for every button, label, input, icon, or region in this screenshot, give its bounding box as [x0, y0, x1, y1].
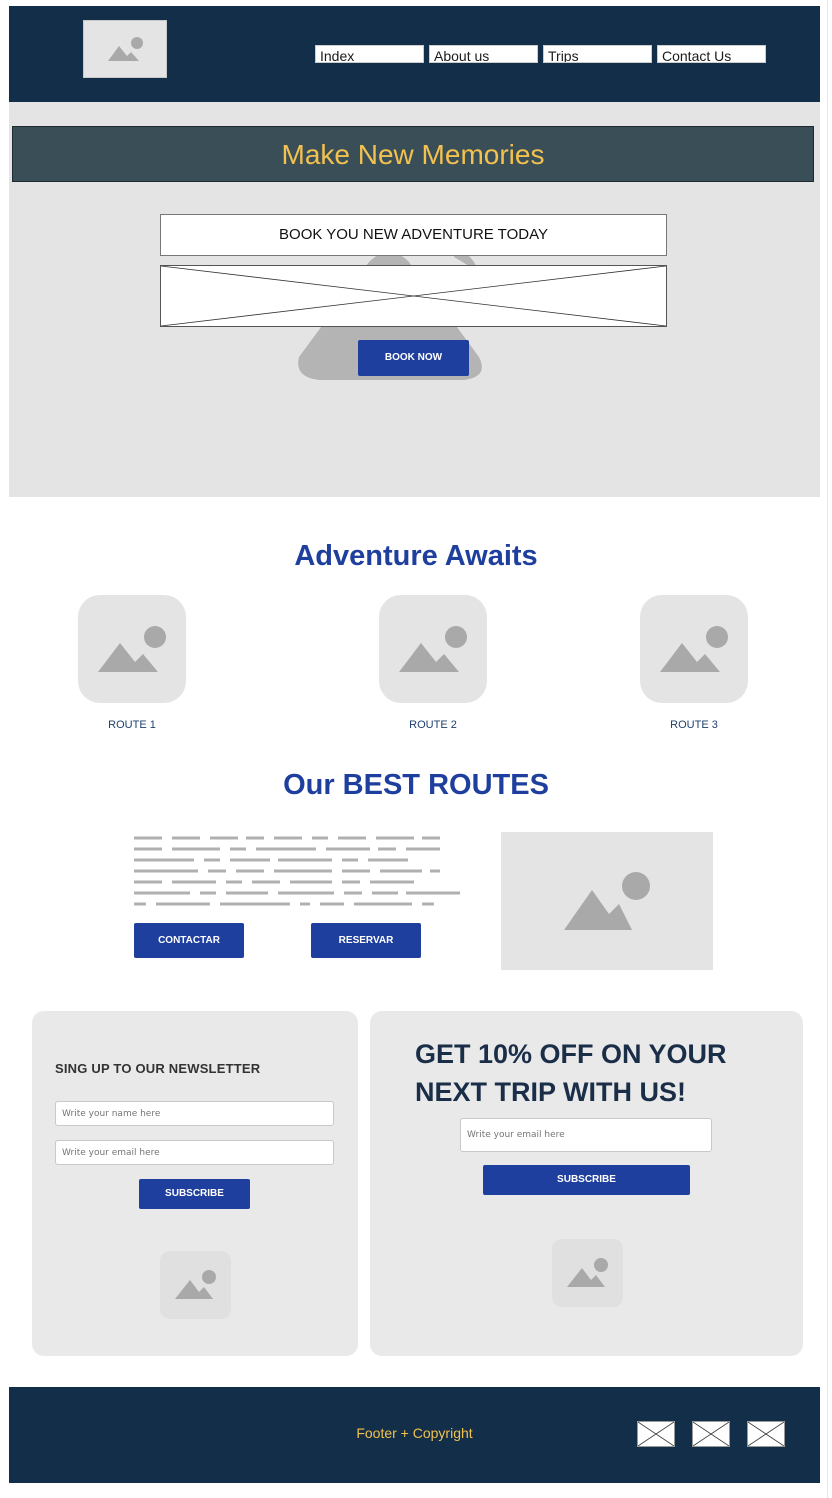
- route-3-label[interactable]: ROUTE 3: [634, 719, 754, 731]
- newsletter-subscribe-button[interactable]: SUBSCRIBE: [139, 1179, 250, 1209]
- promo-title: GET 10% OFF ON YOUR NEXT TRIP WITH US!: [415, 1039, 727, 1107]
- newsletter-image-icon: [160, 1251, 231, 1319]
- mail-icon[interactable]: [747, 1421, 785, 1447]
- hero-image-placeholder: [160, 265, 667, 327]
- best-routes-title: Our BEST ROUTES: [283, 769, 549, 801]
- contactar-button[interactable]: CONTACTAR: [134, 923, 244, 958]
- nav-trips[interactable]: Trips: [543, 45, 652, 63]
- route-2-image-icon[interactable]: [379, 595, 487, 703]
- book-now-button[interactable]: BOOK NOW: [358, 340, 469, 376]
- nav-index[interactable]: Index: [315, 45, 424, 63]
- site-header: Index About us Trips Contact Us: [9, 6, 820, 102]
- promo-image-icon: [552, 1239, 623, 1307]
- adventure-title: Adventure Awaits: [294, 540, 538, 572]
- nav-about-us[interactable]: About us: [429, 45, 538, 63]
- newsletter-card: SING UP TO OUR NEWSLETTER SUBSCRIBE: [32, 1011, 358, 1356]
- hero-cta-text: BOOK YOU NEW ADVENTURE TODAY: [160, 214, 667, 256]
- newsletter-email-input[interactable]: [55, 1140, 334, 1165]
- mail-icon[interactable]: [637, 1421, 675, 1447]
- hero-title: Make New Memories: [281, 139, 545, 170]
- newsletter-name-input[interactable]: [55, 1101, 334, 1126]
- promo-card: GET 10% OFF ON YOUR NEXT TRIP WITH US! S…: [370, 1011, 803, 1356]
- promo-subscribe-button[interactable]: SUBSCRIBE: [483, 1165, 690, 1195]
- newsletter-title: SING UP TO OUR NEWSLETTER: [55, 1061, 261, 1076]
- promo-email-input[interactable]: [460, 1118, 712, 1152]
- hero-banner: Make New Memories: [12, 126, 814, 182]
- reservar-button[interactable]: RESERVAR: [311, 923, 421, 958]
- page-edge-divider: [827, 0, 828, 1498]
- route-2-label[interactable]: ROUTE 2: [373, 719, 493, 731]
- hero-section: Make New Memories BOOK YOU NEW ADVENTURE…: [9, 102, 820, 497]
- best-routes-image-icon: [501, 832, 713, 970]
- routes-text-placeholder: [134, 836, 460, 906]
- logo-image-icon[interactable]: [83, 20, 167, 78]
- nav-contact-us[interactable]: Contact Us: [657, 45, 766, 63]
- mail-icon[interactable]: [692, 1421, 730, 1447]
- site-footer: Footer + Copyright: [9, 1387, 820, 1483]
- route-1-image-icon[interactable]: [78, 595, 186, 703]
- route-3-image-icon[interactable]: [640, 595, 748, 703]
- route-1-label[interactable]: ROUTE 1: [72, 719, 192, 731]
